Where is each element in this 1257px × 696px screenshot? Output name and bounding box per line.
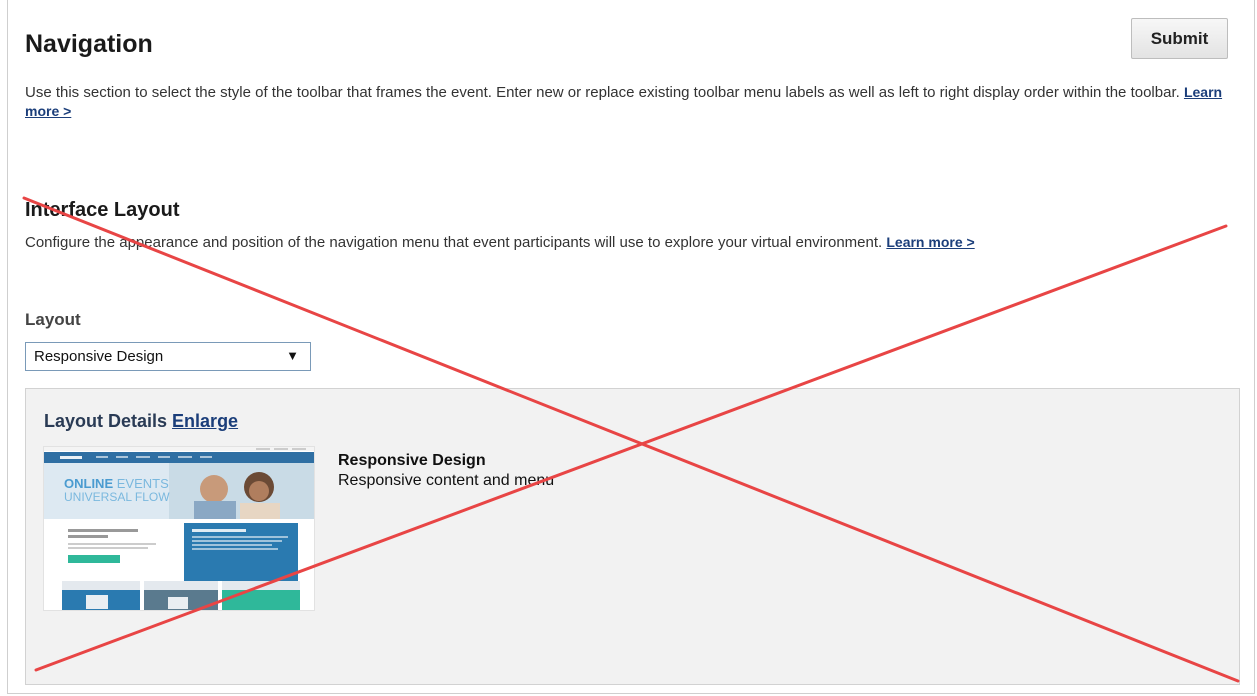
- interface-layout-learn-more-link[interactable]: Learn more >: [886, 234, 974, 250]
- thumbnail-hero-line1: ONLINE EVENTS: [64, 476, 169, 491]
- enlarge-link[interactable]: Enlarge: [172, 411, 238, 431]
- chevron-down-icon: ▼: [286, 348, 299, 363]
- layout-details-title: Layout Details: [44, 411, 168, 431]
- layout-name: Responsive Design: [338, 452, 486, 469]
- layout-details-heading: Layout Details Enlarge: [44, 411, 238, 432]
- interface-layout-description: Configure the appearance and position of…: [25, 234, 1245, 251]
- submit-button[interactable]: Submit: [1131, 18, 1228, 59]
- page-title: Navigation: [25, 30, 153, 58]
- layout-label: Layout: [25, 310, 81, 329]
- layout-select-value: Responsive Design: [34, 348, 164, 365]
- layout-preview-image: ONLINE EVENTS UNIVERSAL FLOW: [44, 447, 314, 610]
- thumbnail-hero-line2: UNIVERSAL FLOW: [64, 490, 170, 504]
- layout-description: Responsive content and menu: [338, 472, 555, 489]
- layout-thumbnail[interactable]: ONLINE EVENTS UNIVERSAL FLOW: [43, 446, 315, 611]
- navigation-description: Use this section to select the style of …: [25, 83, 1235, 121]
- interface-layout-description-text: Configure the appearance and position of…: [25, 234, 883, 251]
- navigation-description-text: Use this section to select the style of …: [25, 84, 1180, 101]
- layout-select[interactable]: Responsive Design ▼: [25, 342, 311, 371]
- layout-details-panel: Layout Details Enlarge ONLINE EVENTS UNI…: [25, 388, 1240, 685]
- interface-layout-title: Interface Layout: [25, 199, 180, 221]
